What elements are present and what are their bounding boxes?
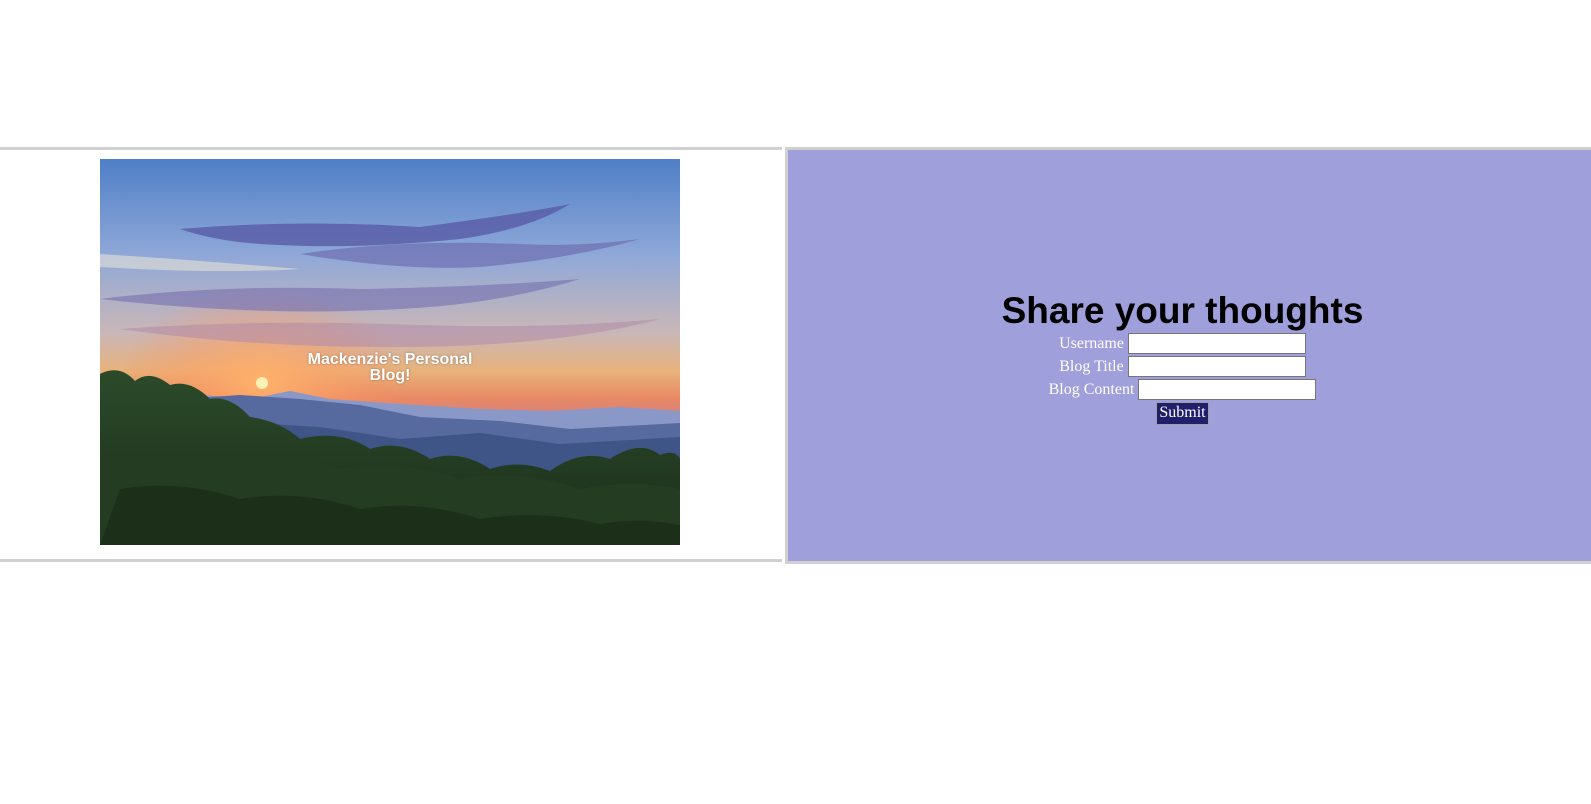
username-row: Username (788, 331, 1577, 354)
submit-row: Submit (788, 401, 1577, 425)
blog-content-input[interactable] (1138, 378, 1317, 400)
blog-content-label: Blog Content (1048, 380, 1135, 398)
hero-image: Mackenzie's Personal Blog! (100, 159, 680, 545)
blog-content-row: Blog Content (788, 377, 1577, 400)
blog-title-row: Blog Title (788, 354, 1577, 377)
hero-panel: Mackenzie's Personal Blog! (0, 147, 782, 562)
form-panel: Share your thoughts Username Blog Title … (785, 147, 1591, 564)
username-input[interactable] (1127, 332, 1306, 354)
form-title: Share your thoughts (1001, 290, 1364, 331)
blog-name-heading: Mackenzie's Personal Blog! (307, 351, 473, 384)
username-label: Username (1059, 334, 1124, 352)
blog-form: Share your thoughts Username Blog Title … (788, 291, 1577, 425)
blog-title-input[interactable] (1127, 355, 1306, 377)
submit-button[interactable]: Submit (1156, 401, 1209, 425)
blog-title-label: Blog Title (1059, 357, 1124, 375)
